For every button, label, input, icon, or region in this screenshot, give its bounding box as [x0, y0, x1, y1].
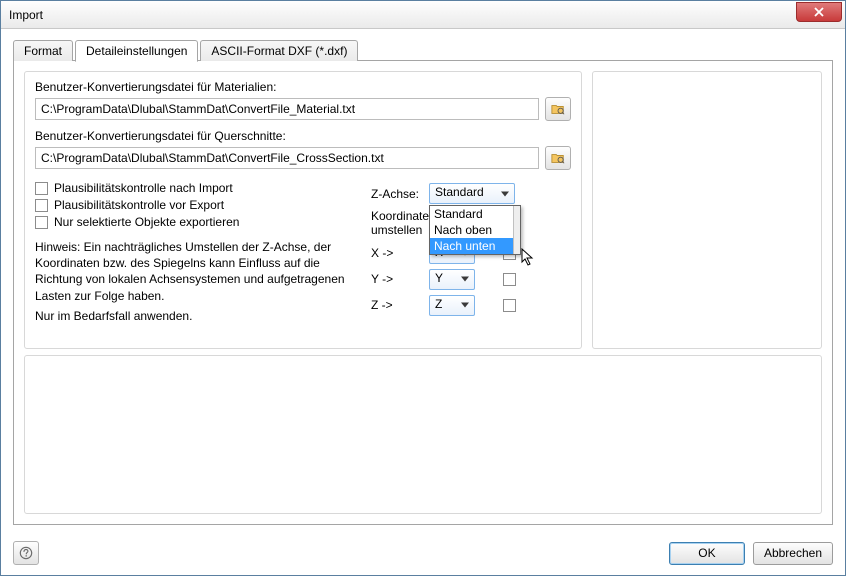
z-map-label: Z ->: [371, 298, 423, 312]
close-button[interactable]: [796, 2, 842, 22]
z-axis-option-nach-oben[interactable]: Nach oben: [430, 222, 520, 238]
close-icon: [814, 7, 824, 17]
window-title: Import: [9, 8, 43, 22]
hint-text: Hinweis: Ein nachträgliches Umstellen de…: [35, 239, 351, 304]
material-file-label: Benutzer-Konvertierungsdatei für Materia…: [35, 80, 571, 94]
crosssection-file-label: Benutzer-Konvertierungsdatei für Quersch…: [35, 129, 571, 143]
tab-detail-settings[interactable]: Detaileinstellungen: [75, 40, 198, 62]
plausibility-before-export-label: Plausibilitätskontrolle vor Export: [54, 198, 224, 212]
z-axis-label: Z-Achse:: [371, 187, 423, 201]
title-bar: Import: [1, 1, 845, 29]
tab-strip: Format Detaileinstellungen ASCII-Format …: [13, 39, 833, 61]
z-axis-dropdown-list[interactable]: Standard Nach oben Nach unten: [429, 205, 521, 255]
tab-format[interactable]: Format: [13, 40, 73, 61]
options-column: Plausibilitätskontrolle nach Import Plau…: [35, 178, 351, 324]
z-axis-option-nach-unten[interactable]: Nach unten: [430, 238, 520, 254]
cancel-button[interactable]: Abbrechen: [753, 542, 833, 565]
settings-group: Benutzer-Konvertierungsdatei für Materia…: [24, 71, 582, 349]
preview-group: [592, 71, 822, 349]
plausibility-after-import-label: Plausibilitätskontrolle nach Import: [54, 181, 233, 195]
y-mirror-checkbox[interactable]: [503, 273, 516, 286]
only-selected-export-label: Nur selektierte Objekte exportieren: [54, 215, 239, 229]
client-area: Format Detaileinstellungen ASCII-Format …: [1, 29, 845, 533]
y-map-label: Y ->: [371, 272, 423, 286]
folder-icon: [551, 151, 565, 165]
x-map-label: X ->: [371, 246, 423, 260]
z-mirror-checkbox[interactable]: [503, 299, 516, 312]
ok-button[interactable]: OK: [669, 542, 745, 565]
hint-note: Nur im Bedarfsfall anwenden.: [35, 308, 351, 324]
dialog-footer: OK Abbrechen: [1, 533, 845, 575]
folder-icon: [551, 102, 565, 116]
lower-panel: [24, 355, 822, 514]
tab-page: Benutzer-Konvertierungsdatei für Materia…: [13, 60, 833, 525]
only-selected-export-checkbox[interactable]: [35, 216, 48, 229]
axis-column: Z-Achse: Standard Standard Nach oben Nac…: [371, 178, 571, 324]
upper-panels: Benutzer-Konvertierungsdatei für Materia…: [24, 71, 822, 349]
z-axis-combo[interactable]: Standard: [429, 183, 515, 204]
coord-switch-label: Koordinaten umstellen: [371, 209, 423, 238]
z-axis-option-standard[interactable]: Standard: [430, 206, 520, 222]
tab-ascii-dxf[interactable]: ASCII-Format DXF (*.dxf): [200, 40, 358, 61]
help-button[interactable]: [13, 541, 39, 565]
dropdown-scrollbar[interactable]: [513, 206, 520, 254]
help-icon: [19, 546, 33, 560]
browse-crosssection-button[interactable]: [545, 146, 571, 170]
material-file-input[interactable]: [35, 98, 539, 120]
plausibility-before-export-checkbox[interactable]: [35, 199, 48, 212]
import-dialog: Import Format Detaileinstellungen ASCII-…: [0, 0, 846, 576]
browse-material-button[interactable]: [545, 97, 571, 121]
crosssection-file-input[interactable]: [35, 147, 539, 169]
z-map-combo[interactable]: Z: [429, 295, 475, 316]
y-map-combo[interactable]: Y: [429, 269, 475, 290]
plausibility-after-import-checkbox[interactable]: [35, 182, 48, 195]
